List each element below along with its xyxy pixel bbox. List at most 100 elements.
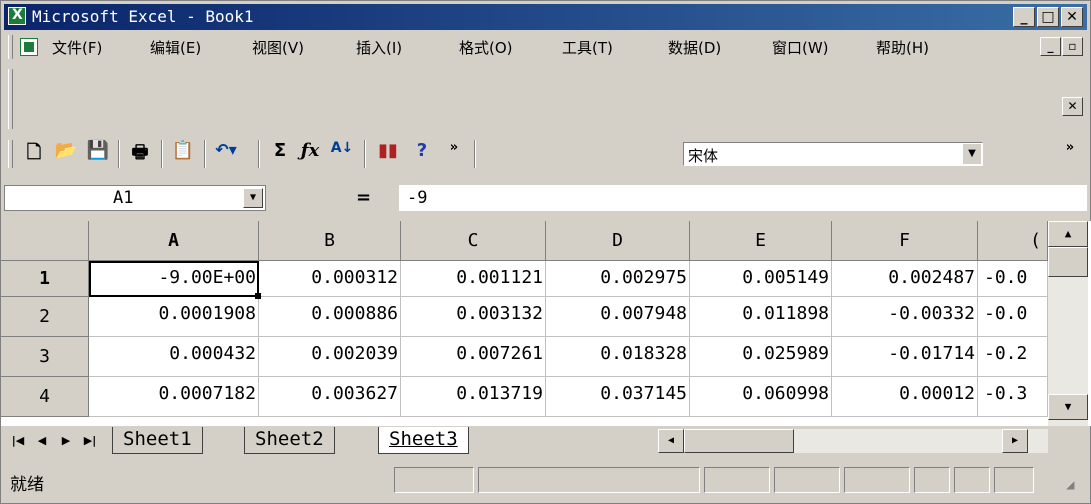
function-icon[interactable]: ƒx [296, 140, 324, 168]
column-header-b[interactable]: B [259, 221, 401, 261]
select-all-button[interactable] [1, 221, 89, 261]
cell-d2[interactable]: 0.007948 [546, 297, 690, 337]
cell-c3[interactable]: 0.007261 [401, 337, 546, 377]
cell-d1[interactable]: 0.002975 [546, 261, 690, 297]
vertical-scrollbar[interactable]: ▲ ▼ [1048, 221, 1088, 426]
cell-g4[interactable]: -0.3 [978, 377, 1048, 417]
cell-e1[interactable]: 0.005149 [690, 261, 832, 297]
scroll-left-icon[interactable]: ◀ [658, 429, 684, 453]
formula-input[interactable]: -9 [399, 185, 1087, 211]
column-header-e[interactable]: E [690, 221, 832, 261]
menubar-grip[interactable] [8, 35, 13, 59]
row-header-3[interactable]: 3 [1, 337, 89, 377]
title-bar[interactable]: Microsoft Excel - Book1 _ □ ✕ [4, 4, 1087, 30]
menu-edit[interactable]: 编辑(E) [150, 37, 201, 58]
column-header-a[interactable]: A [89, 221, 259, 261]
scroll-right-icon[interactable]: ▶ [1002, 429, 1028, 453]
cell-d4[interactable]: 0.037145 [546, 377, 690, 417]
new-icon[interactable]: 🗋 [20, 140, 48, 168]
paste-icon[interactable]: 📋 [169, 140, 197, 168]
vertical-scroll-thumb[interactable] [1048, 247, 1088, 277]
font-name-combobox[interactable]: 宋体 ▼ [683, 142, 983, 166]
cell-c2[interactable]: 0.003132 [401, 297, 546, 337]
help-icon[interactable]: ? [408, 140, 436, 168]
autosum-icon[interactable]: Σ [266, 140, 294, 168]
sheet-tab-3[interactable]: Sheet3 [378, 427, 469, 454]
chevron-down-icon[interactable]: ▼ [963, 144, 981, 164]
chart-wizard-icon[interactable]: ▮▮ [374, 140, 402, 168]
scroll-down-icon[interactable]: ▼ [1048, 394, 1088, 420]
last-sheet-icon[interactable]: ▶| [80, 430, 100, 452]
column-header-d[interactable]: D [546, 221, 690, 261]
minimize-button[interactable]: _ [1013, 7, 1035, 27]
cell-c1[interactable]: 0.001121 [401, 261, 546, 297]
print-icon[interactable]: 🖶 [126, 140, 154, 168]
cell-b1[interactable]: 0.000312 [259, 261, 401, 297]
doc-close-button[interactable]: ✕ [1062, 97, 1083, 116]
chevron-down-icon[interactable]: ▼ [243, 188, 263, 208]
formula-bar: A1 ▼ = -9 [4, 179, 1087, 215]
cell-e2[interactable]: 0.011898 [690, 297, 832, 337]
status-panel [844, 467, 910, 493]
row-header-1[interactable]: 1 [1, 261, 89, 297]
menu-help[interactable]: 帮助(H) [876, 37, 929, 58]
cell-f3[interactable]: -0.01714 [832, 337, 978, 377]
cell-g3[interactable]: -0.2 [978, 337, 1048, 377]
column-header-g[interactable]: ( [978, 221, 1048, 261]
cell-b3[interactable]: 0.002039 [259, 337, 401, 377]
first-sheet-icon[interactable]: |◀ [8, 430, 28, 452]
next-sheet-icon[interactable]: ▶ [56, 430, 76, 452]
menu-file[interactable]: 文件(F) [52, 37, 102, 58]
menu-window[interactable]: 窗口(W) [772, 37, 829, 58]
cell-a2[interactable]: 0.0001908 [89, 297, 259, 337]
cell-a3[interactable]: 0.000432 [89, 337, 259, 377]
empty-bar-grip [8, 69, 13, 129]
horizontal-scrollbar[interactable]: ◀ ▶ [658, 429, 1048, 453]
menu-tools[interactable]: 工具(T) [562, 37, 613, 58]
name-box[interactable]: A1 ▼ [4, 185, 266, 211]
cell-b4[interactable]: 0.003627 [259, 377, 401, 417]
undo-icon[interactable]: ↶▾ [212, 140, 240, 168]
workbook-icon[interactable] [20, 38, 38, 56]
row-header-2[interactable]: 2 [1, 297, 89, 337]
standard-toolbar: 🗋 📂 💾 🖶 📋 ↶▾ Σ ƒx A↓ ▮▮ ? » 宋体 ▼ » [4, 136, 1087, 174]
close-button[interactable]: ✕ [1061, 7, 1083, 27]
column-header-f[interactable]: F [832, 221, 978, 261]
horizontal-scroll-thumb[interactable] [684, 429, 794, 453]
row-header-4[interactable]: 4 [1, 377, 89, 417]
scroll-up-icon[interactable]: ▲ [1048, 221, 1088, 247]
cell-f2[interactable]: -0.00332 [832, 297, 978, 337]
menu-data[interactable]: 数据(D) [668, 37, 721, 58]
resize-grip-icon[interactable]: ◢ [1066, 477, 1074, 493]
excel-app-icon[interactable] [8, 7, 26, 25]
toolbar-grip[interactable] [8, 140, 13, 168]
menu-view[interactable]: 视图(V) [252, 37, 304, 58]
cell-c4[interactable]: 0.013719 [401, 377, 546, 417]
toolbar-options-icon[interactable]: » [1056, 140, 1084, 168]
doc-restore-button[interactable]: ▫ [1062, 37, 1083, 56]
cell-b2[interactable]: 0.000886 [259, 297, 401, 337]
prev-sheet-icon[interactable]: ◀ [32, 430, 52, 452]
sheet-tab-2[interactable]: Sheet2 [244, 427, 335, 454]
font-name-value: 宋体 [688, 147, 719, 165]
cell-e3[interactable]: 0.025989 [690, 337, 832, 377]
cell-f1[interactable]: 0.002487 [832, 261, 978, 297]
column-header-c[interactable]: C [401, 221, 546, 261]
maximize-button[interactable]: □ [1037, 7, 1059, 27]
toolbar-options-icon[interactable]: » [440, 140, 468, 168]
fill-handle[interactable] [255, 293, 261, 299]
menu-insert[interactable]: 插入(I) [356, 37, 402, 58]
cell-a1[interactable]: -9.00E+00 [89, 261, 259, 297]
cell-e4[interactable]: 0.060998 [690, 377, 832, 417]
cell-f4[interactable]: 0.00012 [832, 377, 978, 417]
cell-a4[interactable]: 0.0007182 [89, 377, 259, 417]
save-icon[interactable]: 💾 [84, 140, 112, 168]
cell-g2[interactable]: -0.0 [978, 297, 1048, 337]
cell-d3[interactable]: 0.018328 [546, 337, 690, 377]
doc-minimize-button[interactable]: _ [1040, 37, 1061, 56]
open-icon[interactable]: 📂 [52, 140, 80, 168]
menu-format[interactable]: 格式(O) [459, 37, 513, 58]
sort-ascending-icon[interactable]: A↓ [328, 140, 356, 168]
cell-g1[interactable]: -0.0 [978, 261, 1048, 297]
sheet-tab-1[interactable]: Sheet1 [112, 427, 203, 454]
